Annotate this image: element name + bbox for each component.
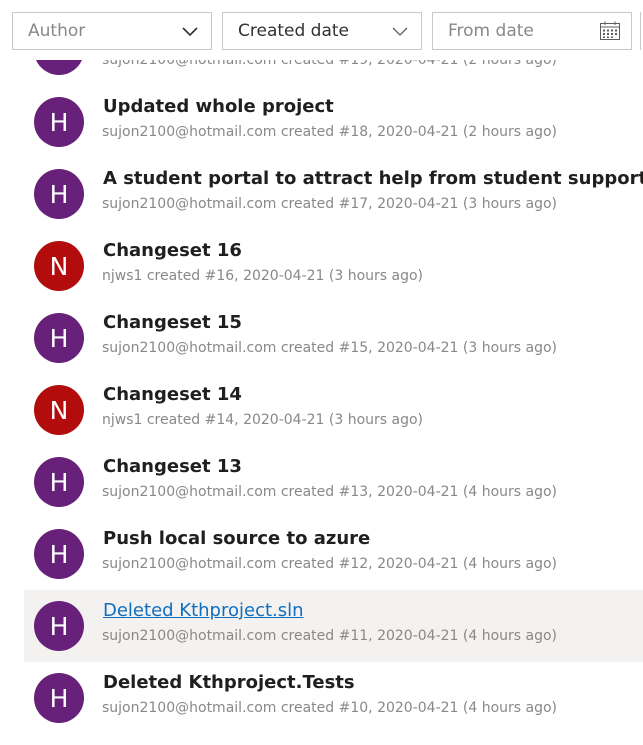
commit-row[interactable]: H Changeset 15 sujon2100@hotmail.com cre… bbox=[24, 302, 643, 374]
chevron-down-icon bbox=[179, 20, 201, 42]
commit-row[interactable]: N Changeset 14 njws1 created #14, 2020-0… bbox=[24, 374, 643, 446]
author-avatar: H bbox=[34, 529, 84, 579]
author-avatar: H bbox=[34, 673, 84, 723]
author-filter-label: Author bbox=[28, 21, 86, 41]
commit-meta: njws1 created #16, 2020-04-21 (3 hours a… bbox=[102, 268, 424, 284]
commit-row[interactable]: H Deleted Kthproject.Tests sujon2100@hot… bbox=[24, 662, 643, 734]
commit-meta: sujon2100@hotmail.com created #17, 2020-… bbox=[102, 196, 558, 212]
commit-meta: sujon2100@hotmail.com created #11, 2020-… bbox=[102, 628, 558, 644]
author-avatar: H bbox=[34, 601, 84, 651]
commit-meta: sujon2100@hotmail.com created #15, 2020-… bbox=[102, 340, 558, 356]
commit-title[interactable]: Push local source to azure bbox=[103, 528, 370, 549]
commit-meta: sujon2100@hotmail.com created #12, 2020-… bbox=[102, 556, 558, 572]
commit-title[interactable]: Updated whole project bbox=[103, 96, 334, 117]
commit-list: H sujon2100@hotmail.com created #19, 202… bbox=[0, 25, 643, 734]
commit-row[interactable]: H Updated whole project sujon2100@hotmai… bbox=[24, 86, 643, 158]
commit-meta: sujon2100@hotmail.com created #13, 2020-… bbox=[102, 484, 558, 500]
commit-row[interactable]: H A student portal to attract help from … bbox=[24, 158, 643, 230]
commit-title[interactable]: Deleted Kthproject.sln bbox=[103, 600, 304, 621]
commit-row[interactable]: H Changeset 13 sujon2100@hotmail.com cre… bbox=[24, 446, 643, 518]
commit-title[interactable]: Deleted Kthproject.Tests bbox=[103, 672, 355, 693]
author-avatar: H bbox=[34, 169, 84, 219]
from-date-placeholder: From date bbox=[448, 21, 534, 41]
commit-title[interactable]: Changeset 13 bbox=[103, 456, 242, 477]
filter-bar: Author Created date From date bbox=[0, 0, 643, 60]
commit-title[interactable]: Changeset 15 bbox=[103, 312, 242, 333]
created-date-filter-label: Created date bbox=[238, 21, 350, 41]
from-date-field[interactable]: From date bbox=[432, 12, 632, 50]
author-avatar: H bbox=[34, 97, 84, 147]
author-avatar: N bbox=[34, 385, 84, 435]
commit-row[interactable]: H Deleted Kthproject.sln sujon2100@hotma… bbox=[24, 590, 643, 662]
commit-title[interactable]: Changeset 16 bbox=[103, 240, 242, 261]
commit-meta: njws1 created #14, 2020-04-21 (3 hours a… bbox=[102, 412, 424, 428]
commit-meta: sujon2100@hotmail.com created #10, 2020-… bbox=[102, 700, 558, 716]
chevron-down-icon bbox=[389, 20, 411, 42]
commit-history-view: Author Created date From date sujon2100@… bbox=[0, 0, 643, 745]
author-avatar: N bbox=[34, 241, 84, 291]
author-filter-dropdown[interactable]: Author bbox=[12, 12, 212, 50]
created-date-filter-dropdown[interactable]: Created date bbox=[222, 12, 422, 50]
commit-meta: sujon2100@hotmail.com created #18, 2020-… bbox=[102, 124, 558, 140]
commit-title[interactable]: Changeset 14 bbox=[103, 384, 242, 405]
commit-title[interactable]: A student portal to attract help from st… bbox=[103, 168, 643, 189]
commit-row[interactable]: H Push local source to azure sujon2100@h… bbox=[24, 518, 643, 590]
commit-row[interactable]: N Changeset 16 njws1 created #16, 2020-0… bbox=[24, 230, 643, 302]
author-avatar: H bbox=[34, 457, 84, 507]
author-avatar: H bbox=[34, 313, 84, 363]
calendar-icon[interactable] bbox=[599, 20, 621, 42]
